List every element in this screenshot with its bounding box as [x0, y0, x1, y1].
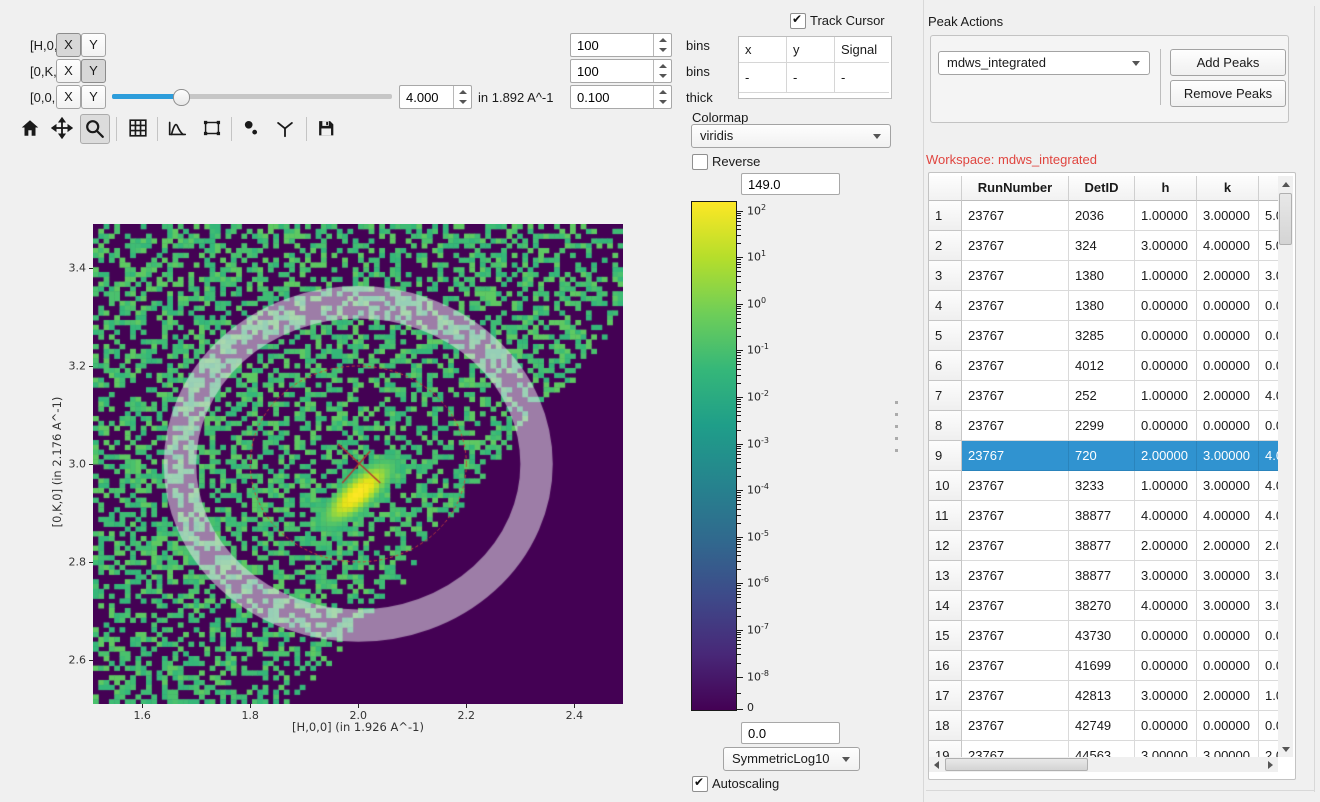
- colorbar-ticks: 10210110010-110-210-310-410-510-610-710-…: [737, 201, 807, 717]
- home-icon[interactable]: [16, 114, 44, 142]
- cursor-y-value: -: [787, 63, 835, 93]
- table-row[interactable]: 1223767388772.000002.000002.00000: [929, 531, 1278, 561]
- right-panel-bottom-edge: [926, 790, 1315, 791]
- track-cursor-checkbox[interactable]: [790, 13, 806, 29]
- scale-select[interactable]: SymmetricLog10: [723, 747, 860, 771]
- table-row[interactable]: 42376713800.000000.000000.00000: [929, 291, 1278, 321]
- table-row[interactable]: 52376732850.000000.000000.00000: [929, 321, 1278, 351]
- header-k[interactable]: k: [1197, 176, 1259, 201]
- bins-x-spinbox[interactable]: [570, 33, 672, 57]
- dim-k-y-button[interactable]: Y: [81, 59, 106, 83]
- overlay-peaks-icon[interactable]: [237, 114, 265, 142]
- dim-l-y-button[interactable]: Y: [81, 85, 106, 109]
- header-h[interactable]: h: [1135, 176, 1197, 201]
- slice-viewer-window: [H,0,0] X Y [0,K,0] X Y [0,0,L] X Y in 1…: [0, 0, 1320, 802]
- table-row[interactable]: 1123767388774.000004.000004.00000: [929, 501, 1278, 531]
- header-detid[interactable]: DetID: [1069, 176, 1135, 201]
- header-l-partial[interactable]: [1259, 176, 1278, 201]
- colorbar-min-input[interactable]: [741, 722, 840, 744]
- cursor-col-signal: Signal: [835, 37, 889, 63]
- dim-l-x-button[interactable]: X: [56, 85, 81, 109]
- grid-icon[interactable]: [124, 114, 152, 142]
- slice-value-spinbox[interactable]: [399, 85, 472, 109]
- table-row[interactable]: 12376720361.000003.000005.00000: [929, 201, 1278, 231]
- table-row[interactable]: 102376732331.000003.000004.00000: [929, 471, 1278, 501]
- table-row[interactable]: 1623767416990.000000.000000.00000: [929, 651, 1278, 681]
- pan-icon[interactable]: [48, 114, 76, 142]
- line-plots-icon[interactable]: [163, 114, 191, 142]
- zoom-icon[interactable]: [80, 114, 110, 144]
- table-row[interactable]: 32376713801.000002.000003.00000: [929, 261, 1278, 291]
- table-row[interactable]: 62376740120.000000.000000.00000: [929, 351, 1278, 381]
- colorbar-max-input[interactable]: [741, 173, 840, 195]
- autoscaling-checkbox[interactable]: [692, 776, 708, 792]
- slice-slider-handle[interactable]: [173, 89, 190, 106]
- y-axis-label: [0,K,0] (in 2.176 A^-1): [50, 397, 64, 528]
- slice-unit-label: in 1.892 A^-1: [478, 90, 554, 105]
- peaks-table-rows: 12376720361.000003.000005.00000223767324…: [929, 201, 1278, 757]
- peak-actions-title: Peak Actions: [928, 14, 1003, 29]
- dim-h-x-button[interactable]: X: [56, 33, 81, 57]
- colorbar: [691, 201, 737, 711]
- splitter-handle[interactable]: [895, 392, 898, 461]
- table-row[interactable]: 1523767437300.000000.000000.00000: [929, 621, 1278, 651]
- slice-slider-fill: [112, 94, 180, 99]
- table-row[interactable]: 1423767382704.000003.000003.00000: [929, 591, 1278, 621]
- bins-y-spinbox[interactable]: [570, 59, 672, 83]
- peak-actions-separator: [1160, 49, 1161, 105]
- peaks-workspace-select[interactable]: mdws_integrated: [938, 51, 1150, 75]
- table-row[interactable]: 2237673243.000004.000005.00000: [929, 231, 1278, 261]
- table-hscrollbar[interactable]: [929, 757, 1278, 772]
- dim-k-x-button[interactable]: X: [56, 59, 81, 83]
- region-selection-icon[interactable]: [198, 114, 226, 142]
- nonorthogonal-axes-icon[interactable]: [271, 114, 299, 142]
- remove-peaks-button[interactable]: Remove Peaks: [1170, 80, 1286, 107]
- table-row[interactable]: 1923767445633.000003.000002.00000: [929, 741, 1278, 757]
- right-panel-edge: [1314, 6, 1315, 792]
- track-cursor-label: Track Cursor: [810, 13, 885, 28]
- cursor-info-table: x y Signal - - -: [738, 36, 892, 99]
- x-axis-label: [H,0,0] (in 1.926 A^-1): [292, 720, 424, 734]
- cursor-col-y: y: [787, 37, 835, 63]
- add-peaks-button[interactable]: Add Peaks: [1170, 49, 1286, 76]
- table-row[interactable]: 1323767388773.000003.000003.00000: [929, 561, 1278, 591]
- bins-y-suffix: bins: [686, 64, 710, 79]
- colormap-select[interactable]: viridis: [691, 124, 891, 148]
- header-runnumber[interactable]: RunNumber: [962, 176, 1069, 201]
- table-row[interactable]: 9237677202.000003.000004.00000: [929, 441, 1278, 471]
- slice-heatmap-canvas[interactable]: [93, 224, 623, 704]
- table-vscrollbar[interactable]: [1278, 176, 1293, 757]
- dim-h-y-button[interactable]: Y: [81, 33, 106, 57]
- reverse-label: Reverse: [712, 154, 760, 169]
- table-row[interactable]: 1823767427490.000000.000000.00000: [929, 711, 1278, 741]
- corner-header[interactable]: [929, 176, 962, 201]
- colormap-label: Colormap: [692, 110, 748, 125]
- autoscaling-label: Autoscaling: [712, 776, 779, 791]
- table-row[interactable]: 1723767428133.000002.000001.00000: [929, 681, 1278, 711]
- thickness-spinbox[interactable]: [570, 85, 672, 109]
- save-icon[interactable]: [312, 114, 340, 142]
- bins-x-suffix: bins: [686, 38, 710, 53]
- peaks-table-header: RunNumber DetID h k: [929, 176, 1278, 201]
- cursor-col-x: x: [739, 37, 787, 63]
- cursor-signal-value: -: [835, 63, 889, 93]
- panel-divider: [923, 0, 924, 802]
- thickness-suffix: thick: [686, 90, 713, 105]
- cursor-x-value: -: [739, 63, 787, 93]
- table-row[interactable]: 7237672521.000002.000004.00000: [929, 381, 1278, 411]
- workspace-caption: Workspace: mdws_integrated: [926, 152, 1097, 167]
- reverse-checkbox[interactable]: [692, 154, 708, 170]
- table-row[interactable]: 82376722990.000000.000000.00000: [929, 411, 1278, 441]
